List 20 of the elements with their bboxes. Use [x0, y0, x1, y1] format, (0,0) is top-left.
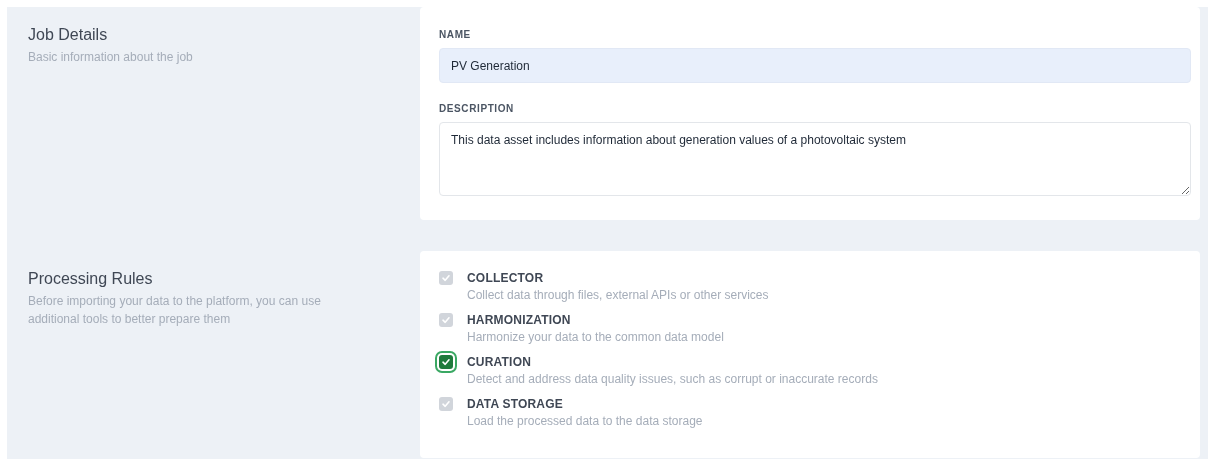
section-title: Job Details [28, 26, 109, 44]
description-textarea[interactable]: This data asset includes information about generation values of a photovoltaic system [439, 122, 1191, 196]
rule-description: Harmonize your data to the common data model [467, 329, 725, 346]
check-icon [441, 399, 451, 409]
check-icon [441, 315, 451, 325]
field-label: NAME [439, 29, 472, 40]
rule-name: CURATION [467, 354, 533, 370]
section-subtitle: Basic information about the job [28, 49, 194, 66]
rule-description: Load the processed data to the data storage [467, 413, 704, 430]
rule-description: Detect and address data quality issues, such as corrupt or inaccurate records [467, 371, 879, 388]
name-input[interactable]: PV Generation [439, 48, 1191, 83]
check-icon [441, 357, 451, 367]
section-subtitle: Before importing your data to the platform, you can use additional tools to better prepare them [28, 293, 322, 328]
section-title: Processing Rules [28, 270, 154, 288]
field-label: DESCRIPTION [439, 103, 515, 114]
rule-name: COLLECTOR [467, 270, 545, 286]
rule-name: DATA STORAGE [467, 396, 564, 412]
check-icon [441, 273, 451, 283]
rule-name: HARMONIZATION [467, 312, 572, 328]
rule-description: Collect data through files, external APIs or other services [467, 287, 770, 304]
